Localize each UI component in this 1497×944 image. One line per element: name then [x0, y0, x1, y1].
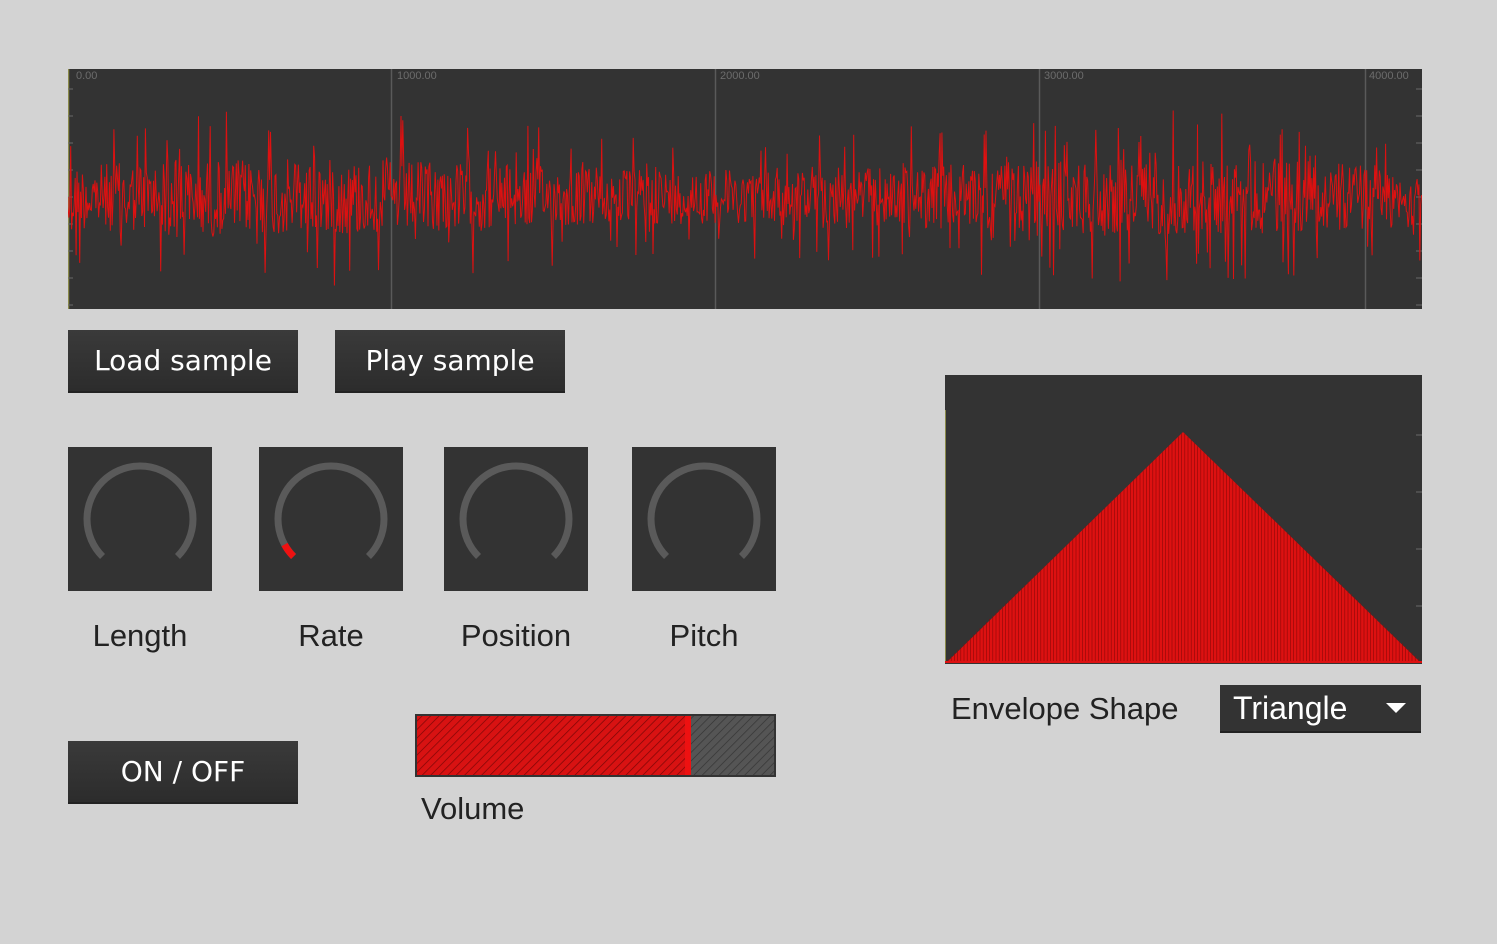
volume-label: Volume	[421, 791, 525, 826]
knob-track	[274, 462, 388, 559]
chevron-down-icon	[1386, 703, 1406, 713]
knob-pitch-dial	[647, 462, 761, 559]
knob-track	[83, 462, 197, 559]
envelope-shape	[947, 432, 1420, 662]
envelope-display[interactable]	[945, 375, 1422, 664]
knob-rate[interactable]	[259, 447, 403, 591]
x-tick-label: 1000.00	[397, 70, 437, 82]
knob-length-dial	[83, 462, 197, 559]
volume-thumb	[685, 714, 691, 777]
envelope-shape-selected: Triangle	[1233, 690, 1348, 726]
waveform-trace	[68, 110, 1422, 286]
knob-length-label: Length	[92, 618, 188, 653]
knob-value-arc	[281, 542, 297, 559]
x-tick-label: 3000.00	[1044, 70, 1084, 82]
knob-position-dial	[459, 462, 573, 559]
waveform-display[interactable]: 0.00 1000.00 2000.00 3000.00 4000.00	[68, 69, 1422, 309]
play-sample-button[interactable]: Play sample	[335, 330, 565, 393]
knob-pitch[interactable]	[632, 447, 776, 591]
volume-slider-track	[415, 714, 776, 777]
on-off-button[interactable]: ON / OFF	[68, 741, 298, 804]
volume-slider[interactable]	[415, 714, 776, 777]
load-sample-button[interactable]: Load sample	[68, 330, 298, 393]
knob-position[interactable]	[444, 447, 588, 591]
x-tick-label: 4000.00	[1369, 70, 1409, 82]
knob-track	[647, 462, 761, 559]
x-tick-label: 0.00	[76, 70, 98, 82]
knob-rate-label: Rate	[298, 618, 364, 653]
knob-length[interactable]	[68, 447, 212, 591]
envelope-plot	[945, 410, 1422, 663]
envelope-shape-dropdown[interactable]: Triangle	[1220, 685, 1421, 733]
knob-track	[459, 462, 573, 559]
envelope-shape-label: Envelope Shape	[951, 691, 1179, 726]
waveform-plot	[68, 69, 1422, 309]
knob-pitch-label: Pitch	[669, 618, 739, 653]
x-tick-label: 2000.00	[720, 70, 760, 82]
knob-position-label: Position	[460, 618, 572, 653]
knob-rate-dial	[274, 462, 388, 559]
volume-fill	[415, 714, 689, 777]
